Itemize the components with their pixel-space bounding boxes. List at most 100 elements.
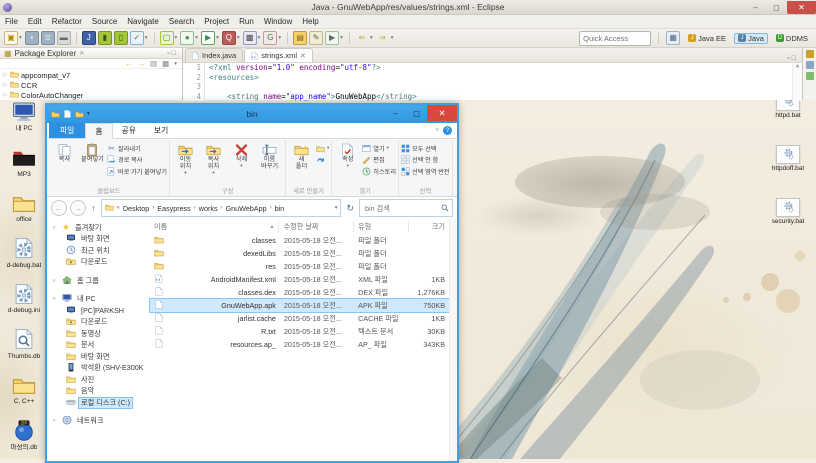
menu-item-file[interactable]: File bbox=[0, 17, 23, 26]
link-editor-icon[interactable]: ▩ bbox=[162, 59, 169, 68]
file-row-gnuwebapp-apk[interactable]: GnuWebApp.apk2015-05-18 오전...APK 파일750KB bbox=[150, 299, 449, 312]
eclipse-maximize-button[interactable]: ◻ bbox=[766, 1, 787, 14]
ribbon-item-선택-영역-반전[interactable]: 선택 영역 반전 bbox=[401, 166, 450, 176]
file-row-jarlist-cache[interactable]: jarlist.cache2015-05-18 오전...CACHE 파일1KB bbox=[150, 312, 449, 325]
ribbon-item-히스토리[interactable]: 히스토리 bbox=[362, 166, 396, 176]
forward-arrow-icon[interactable]: → bbox=[138, 59, 146, 68]
ribbon-item-모두-선택[interactable]: 모두 선택 bbox=[401, 143, 450, 153]
junit-dropdown-icon[interactable]: ▾ bbox=[258, 35, 261, 41]
run-history-icon[interactable]: Q bbox=[222, 31, 236, 45]
close-icon[interactable]: ✕ bbox=[79, 49, 84, 57]
collapse-all-icon[interactable]: ▤ bbox=[150, 59, 157, 68]
ribbon-item-경로-복사[interactable]: 경로 복사 bbox=[107, 155, 167, 165]
file-list-scrollbar[interactable] bbox=[449, 219, 457, 461]
ribbon-item-선택-안-함[interactable]: 선택 안 함 bbox=[401, 155, 450, 165]
new-java-icon[interactable]: J bbox=[82, 31, 96, 45]
expander-icon[interactable]: ▷ bbox=[3, 82, 8, 88]
perspective-switcher-icon[interactable]: ▦ bbox=[666, 31, 680, 45]
forward-dropdown-icon[interactable]: ▾ bbox=[391, 35, 394, 41]
expander-icon[interactable]: ▾ bbox=[53, 278, 59, 284]
lint-dropdown-icon[interactable]: ▾ bbox=[145, 35, 148, 41]
save-all-icon[interactable]: ≣ bbox=[41, 31, 55, 45]
forward-button[interactable]: → bbox=[70, 200, 86, 216]
file-row-r-txt[interactable]: R.txt2015-05-18 오전...텍스트 문서30KB bbox=[150, 325, 449, 338]
sidebar-item-네트워크[interactable]: ▾네트워크 bbox=[47, 416, 144, 428]
coverage-icon[interactable]: G bbox=[263, 31, 277, 45]
ribbon-tab-file[interactable]: 파일 bbox=[49, 123, 85, 138]
external-tools-icon[interactable]: ▶ bbox=[325, 31, 339, 45]
up-button[interactable]: ↑ bbox=[89, 203, 98, 213]
menu-item-help[interactable]: Help bbox=[297, 17, 323, 26]
sidebar-item-박석환-shv-e300k[interactable]: 박석환 (SHV-E300K bbox=[47, 363, 144, 375]
search-input[interactable] bbox=[363, 203, 441, 214]
scroll-up-icon[interactable]: ▲ bbox=[796, 63, 799, 69]
desktop-icon-httpdoff-bat[interactable]: httpdoff.bat bbox=[760, 145, 816, 198]
breadcrumb-segment-bin[interactable]: bin bbox=[275, 204, 285, 213]
run-history-dropdown-icon[interactable]: ▾ bbox=[237, 35, 240, 41]
save-icon[interactable]: ▪ bbox=[25, 31, 39, 45]
editor-scrollbar[interactable]: ▲ bbox=[792, 63, 802, 101]
sidebar-item-홈-그룹[interactable]: ▾홈 그룹 bbox=[47, 275, 144, 287]
print-icon[interactable]: ▬ bbox=[57, 31, 71, 45]
explorer-minimize-button[interactable]: – bbox=[385, 105, 406, 121]
new-android-project-dropdown-icon[interactable]: ▾ bbox=[175, 35, 178, 41]
new-folder-qat-icon[interactable] bbox=[63, 110, 72, 118]
sidebar-item-음악[interactable]: 음악 bbox=[47, 386, 144, 398]
external-tools-dropdown-icon[interactable]: ▾ bbox=[340, 35, 343, 41]
ribbon-button-복사-위치[interactable]: 복사위치▾ bbox=[200, 140, 227, 175]
breadcrumb-segment-easypress[interactable]: Easypress bbox=[157, 204, 191, 213]
editor-tab-strings-xml[interactable]: strings.xml✕ bbox=[244, 48, 313, 62]
sidebar-item-로컬-디스크-c[interactable]: 로컬 디스크 (C:) bbox=[47, 397, 144, 409]
ribbon-button-붙여넣기[interactable]: 붙여넣기 bbox=[79, 140, 106, 164]
lint-icon[interactable]: ✓ bbox=[130, 31, 144, 45]
sidebar-item-바탕-화면[interactable]: 바탕 화면 bbox=[47, 351, 144, 363]
column-header-수정한-날짜[interactable]: 수정한 날짜 bbox=[278, 221, 353, 232]
breadcrumb[interactable]: «Desktop›Easypress›works›GnuWebApp›bin▾ bbox=[101, 199, 342, 217]
ribbon-button-새-폴더[interactable]: 새폴더 bbox=[288, 140, 315, 171]
ribbon-button-삭제[interactable]: 삭제▾ bbox=[228, 140, 255, 168]
android-sdk-manager-icon[interactable]: ▮ bbox=[98, 31, 112, 45]
tree-item-colorautochanger[interactable]: ▷ColorAutoChanger bbox=[3, 90, 182, 100]
folder-icon[interactable] bbox=[51, 110, 60, 118]
package-explorer-header[interactable]: ▦ Package Explorer ✕ ▫□ bbox=[0, 48, 182, 59]
column-header-유형[interactable]: 유형 bbox=[353, 221, 408, 232]
sidebar-item-다운로드[interactable]: 다운로드 bbox=[47, 257, 144, 269]
ribbon-button-속성[interactable]: 속성▾ bbox=[334, 140, 361, 168]
back-arrow-icon[interactable]: ← bbox=[125, 59, 133, 68]
expander-icon[interactable]: ▾ bbox=[53, 418, 59, 424]
file-row-res[interactable]: res2015-05-18 오전...파일 폴더 bbox=[150, 260, 449, 273]
debug-dropdown-icon[interactable]: ▾ bbox=[195, 35, 198, 41]
sidebar-item-바탕-화면[interactable]: 바탕 화면 bbox=[47, 234, 144, 246]
expander-icon[interactable]: ▾ bbox=[53, 296, 59, 302]
explorer-maximize-button[interactable]: ◻ bbox=[406, 105, 427, 121]
file-row-resources-ap[interactable]: resources.ap_2015-05-18 오전...AP_ 파일343KB bbox=[150, 338, 449, 351]
tree-item-ccr[interactable]: ▷CCR bbox=[3, 80, 182, 90]
code-editor[interactable]: 1234 <?xml version="1.0" encoding="utf-8… bbox=[183, 63, 802, 101]
tree-item-appcompat-v7[interactable]: ▷appcompat_v7 bbox=[3, 70, 182, 80]
sidebar-item-최근-위치[interactable]: 최근 위치 bbox=[47, 245, 144, 257]
pencil-icon[interactable] bbox=[806, 50, 814, 58]
ribbon-tab-공유[interactable]: 공유 bbox=[113, 123, 145, 138]
ribbon-tab-홈[interactable]: 홈 bbox=[85, 123, 112, 139]
snippets-icon[interactable] bbox=[806, 61, 814, 69]
coverage-dropdown-icon[interactable]: ▾ bbox=[278, 35, 281, 41]
menu-item-edit[interactable]: Edit bbox=[23, 17, 47, 26]
desktop-icon-내-pc[interactable]: 내 PC bbox=[1, 99, 47, 145]
properties-qat-icon[interactable] bbox=[75, 110, 84, 118]
desktop-icon-d-debug-bat[interactable]: d-debug.bat bbox=[1, 236, 47, 282]
sidebar-item-pc-parksh[interactable]: [PC]PARKSH bbox=[47, 305, 144, 317]
back-icon[interactable]: ⇐ bbox=[355, 31, 369, 45]
menu-item-window[interactable]: Window bbox=[259, 17, 297, 26]
sidebar-item-사진[interactable]: 사진 bbox=[47, 374, 144, 386]
help-icon[interactable]: ? bbox=[443, 126, 452, 135]
breadcrumb-segment-desktop[interactable]: Desktop bbox=[123, 204, 149, 213]
explorer-close-button[interactable]: ✕ bbox=[427, 105, 457, 121]
quick-access-input[interactable] bbox=[579, 31, 651, 46]
debug-icon[interactable]: ● bbox=[180, 31, 194, 45]
desktop-icon-mp3[interactable]: MP3 bbox=[1, 145, 47, 191]
refresh-icon[interactable]: ↻ bbox=[344, 203, 356, 214]
eclipse-minimize-button[interactable]: – bbox=[745, 1, 766, 14]
ribbon-button-이름-바꾸기[interactable]: 이름바꾸기 bbox=[256, 140, 283, 171]
sidebar-item-다운로드[interactable]: 다운로드 bbox=[47, 317, 144, 329]
editor-tab-index-java[interactable]: Index.java bbox=[185, 48, 243, 62]
